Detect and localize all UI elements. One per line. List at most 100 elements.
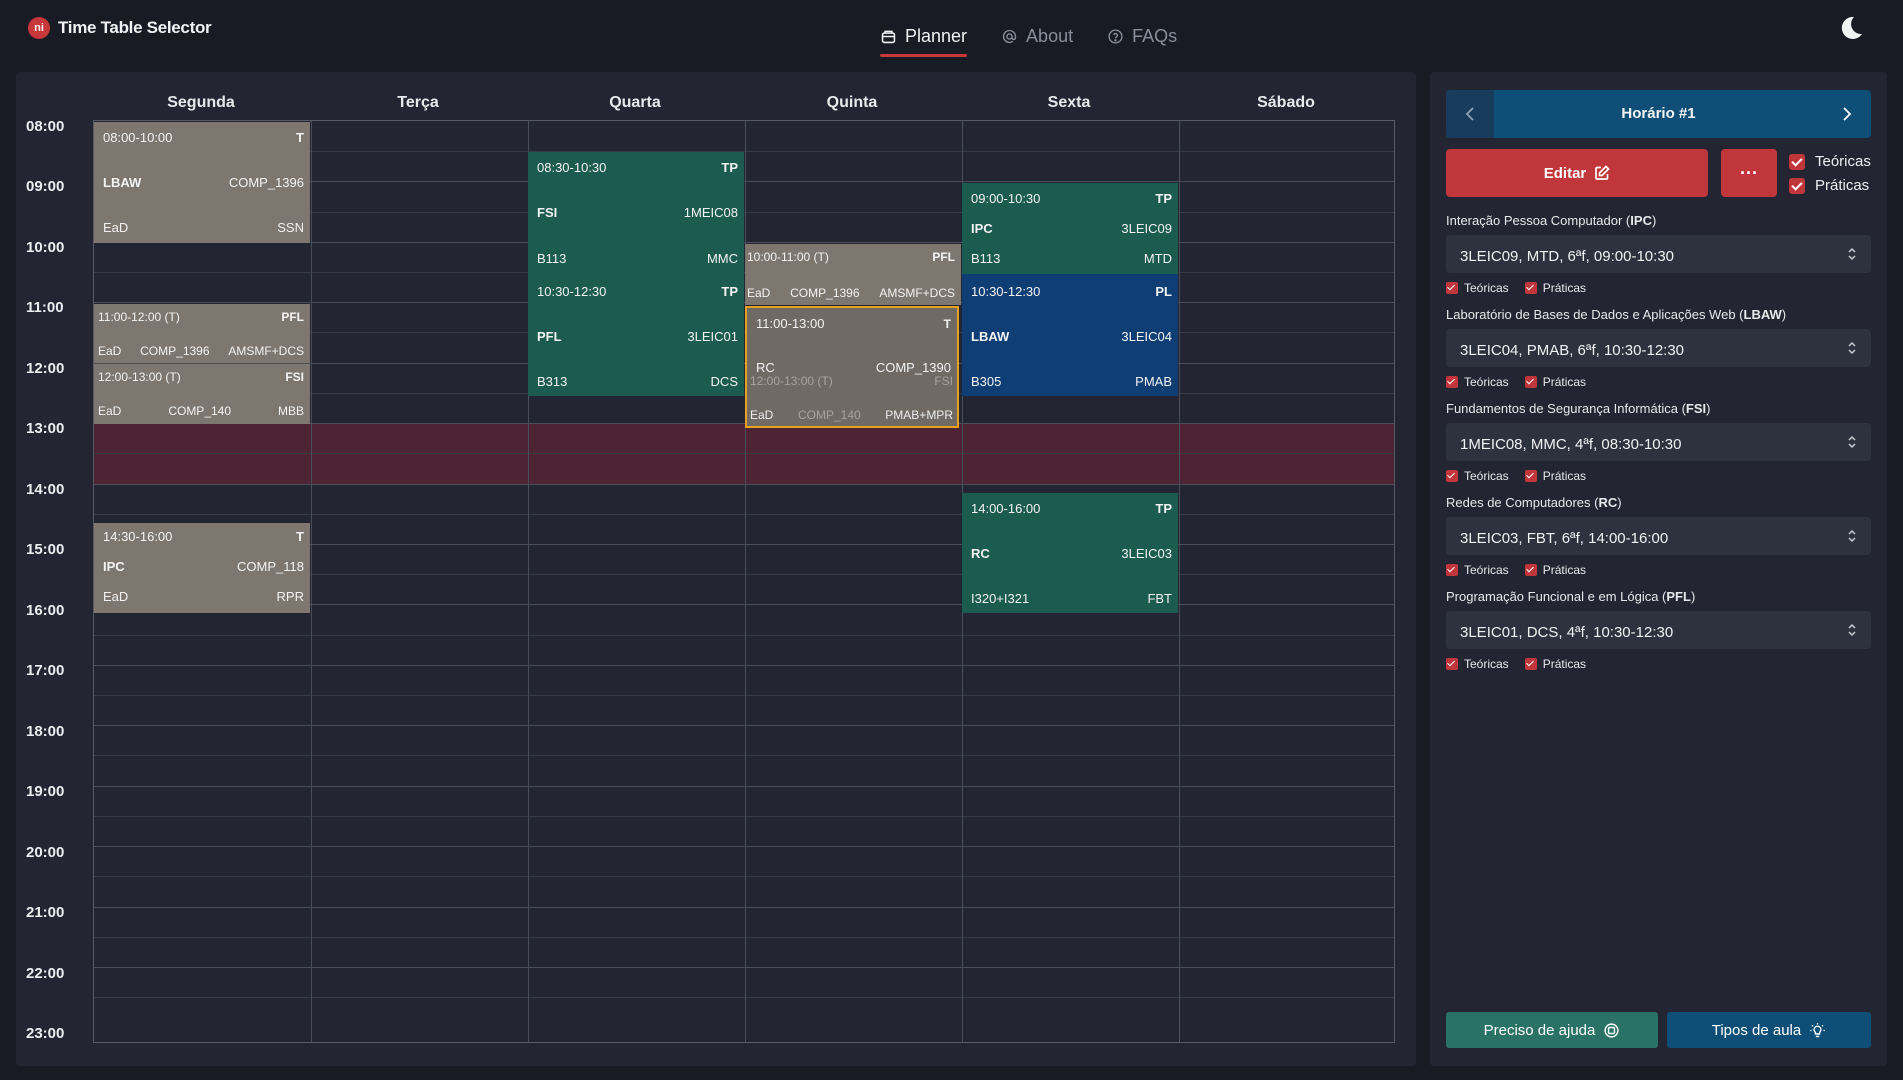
- slot-time: 10:30-12:30: [971, 284, 1041, 299]
- course-toggle-teoricas[interactable]: Teóricas: [1446, 563, 1509, 577]
- hour-label: 22:00: [26, 965, 65, 982]
- prev-schedule-button[interactable]: [1446, 90, 1494, 138]
- slot-class: COMP_118: [237, 559, 304, 574]
- slot-time: 12:00-13:00 (T): [750, 374, 833, 388]
- class-slot-fsi-tp[interactable]: 08:30-10:30 TP FSI 1MEIC08 B113 MMC: [528, 152, 744, 274]
- class-slot-fsi-t[interactable]: 12:00-13:00 (T) FSI EaD COMP_140 MBB: [94, 364, 310, 424]
- course-class-select[interactable]: 3LEIC04, PMAB, 6ªf, 10:30-12:30: [1446, 329, 1871, 367]
- slot-time: 09:00-10:30: [971, 191, 1041, 206]
- course-type-toggles: Teóricas Práticas: [1446, 563, 1871, 577]
- checkbox-checked-icon[interactable]: [1524, 282, 1537, 294]
- checkbox-checked-icon[interactable]: [1789, 177, 1805, 194]
- course-name: Redes de Computadores (RC): [1446, 495, 1622, 510]
- edit-button[interactable]: Editar: [1446, 149, 1708, 197]
- nav-faqs-label: FAQs: [1132, 25, 1178, 46]
- course-class-select[interactable]: 3LEIC01, DCS, 4ªf, 10:30-12:30: [1446, 611, 1871, 649]
- help-button-label: Preciso de ajuda: [1483, 1021, 1596, 1039]
- class-slot-fsi-overlap[interactable]: 12:00-13:00 (T) FSI EaD COMP_140 PMAB+MPR: [745, 366, 959, 426]
- at-icon: [1002, 29, 1017, 43]
- course-name: Fundamentos de Segurança Informática (FS…: [1446, 401, 1711, 416]
- hour-label: 10:00: [26, 239, 65, 256]
- course-toggle-praticas[interactable]: Práticas: [1524, 375, 1586, 389]
- app-title[interactable]: Time Table Selector: [58, 18, 212, 38]
- lightbulb-icon: [1810, 1022, 1825, 1037]
- hour-label: 16:00: [26, 602, 65, 619]
- checkbox-checked-icon[interactable]: [1524, 470, 1537, 482]
- course-pfl: Programação Funcional e em Lógica (PFL) …: [1446, 589, 1871, 671]
- class-types-button[interactable]: Tipos de aula: [1667, 1012, 1871, 1048]
- class-types-button-label: Tipos de aula: [1711, 1021, 1802, 1039]
- class-slot-ipc-tp[interactable]: 09:00-10:30 TP IPC 3LEIC09 B113 MTD: [962, 183, 1178, 274]
- day-header-sabado: Sábado: [1257, 94, 1315, 111]
- course-toggle-praticas[interactable]: Práticas: [1524, 469, 1586, 483]
- checkbox-checked-icon[interactable]: [1446, 564, 1458, 576]
- hour-label: 08:00: [26, 118, 65, 135]
- course-type-toggles: Teóricas Práticas: [1446, 469, 1871, 483]
- select-arrows-icon: [1848, 435, 1856, 449]
- course-toggle-praticas[interactable]: Práticas: [1524, 563, 1586, 577]
- slot-type: FSI: [285, 370, 304, 384]
- slot-teacher: MBB: [277, 404, 304, 418]
- hour-label: 20:00: [26, 844, 65, 861]
- course-select-value: 3LEIC03, FBT, 6ªf, 14:00-16:00: [1460, 530, 1669, 547]
- checkbox-checked-icon[interactable]: [1524, 376, 1537, 388]
- checkbox-checked-icon[interactable]: [1446, 282, 1458, 294]
- nav-planner[interactable]: Planner: [880, 16, 968, 57]
- lifebuoy-icon: [1604, 1022, 1619, 1038]
- slot-course: IPC: [971, 221, 993, 236]
- slot-time: 12:00-13:00 (T): [98, 370, 181, 384]
- toggle-teoricas[interactable]: Teóricas: [1789, 153, 1871, 170]
- course-toggle-praticas[interactable]: Práticas: [1524, 281, 1586, 295]
- checkbox-checked-icon[interactable]: [1446, 470, 1458, 482]
- slot-time: 11:00-13:00: [756, 316, 825, 331]
- slot-time: 08:00-10:00: [103, 130, 173, 145]
- checkbox-checked-icon[interactable]: [1446, 376, 1458, 388]
- next-schedule-button[interactable]: [1823, 90, 1871, 138]
- moon-icon[interactable]: [1837, 14, 1865, 42]
- help-button[interactable]: Preciso de ajuda: [1446, 1012, 1658, 1048]
- select-arrows-icon: [1848, 623, 1856, 637]
- class-slot-pfl-t-thu[interactable]: 10:00-11:00 (T) PFL EaD COMP_1396 AMSMF+DCS: [745, 244, 961, 305]
- schedule-selector: Horário #1: [1446, 90, 1871, 138]
- class-slot-pfl-t[interactable]: 11:00-12:00 (T) PFL EaD COMP_1396 AMSMF+DCS: [94, 304, 310, 363]
- course-toggle-teoricas[interactable]: Teóricas: [1446, 281, 1509, 295]
- course-rc: Redes de Computadores (RC) 3LEIC03, FBT,…: [1446, 495, 1871, 577]
- class-slot-lbaw-t[interactable]: 08:00-10:00 T LBAW COMP_1396 EaD SSN: [94, 122, 310, 243]
- hour-label: 18:00: [26, 723, 65, 740]
- checkbox-checked-icon[interactable]: [1446, 658, 1458, 670]
- class-slot-pfl-tp[interactable]: 10:30-12:30 TP PFL 3LEIC01 B313 DCS: [528, 274, 744, 396]
- toggle-teoricas-label: Teóricas: [1815, 153, 1871, 170]
- more-options-button[interactable]: ···: [1721, 149, 1777, 197]
- hour-label: 12:00: [26, 360, 65, 377]
- course-toggle-teoricas[interactable]: Teóricas: [1446, 375, 1509, 389]
- course-class-select[interactable]: 3LEIC09, MTD, 6ªf, 09:00-10:30: [1446, 235, 1871, 273]
- slot-course: RC: [971, 546, 990, 561]
- course-toggle-praticas[interactable]: Práticas: [1524, 657, 1586, 671]
- slot-teacher: DCS: [710, 374, 738, 389]
- checkbox-checked-icon[interactable]: [1524, 564, 1537, 576]
- course-toggle-teoricas[interactable]: Teóricas: [1446, 657, 1509, 671]
- course-ipc: Interação Pessoa Computador (IPC) 3LEIC0…: [1446, 213, 1871, 295]
- slot-time: 14:00-16:00: [971, 501, 1041, 516]
- nav-faqs[interactable]: FAQs: [1107, 16, 1177, 56]
- class-slot-rc-tp[interactable]: 14:00-16:00 TP RC 3LEIC03 I320+I321 FBT: [962, 493, 1178, 613]
- select-arrows-icon: [1848, 247, 1856, 261]
- nav-about-label: About: [1026, 25, 1074, 46]
- slot-teacher: MTD: [1143, 251, 1172, 266]
- nav-about[interactable]: About: [1001, 16, 1073, 56]
- day-header-terca: Terça: [397, 94, 439, 111]
- course-toggle-teoricas[interactable]: Teóricas: [1446, 469, 1509, 483]
- course-select-value: 1MEIC08, MMC, 4ªf, 08:30-10:30: [1460, 436, 1682, 453]
- app-logo[interactable]: ni: [28, 17, 50, 39]
- slot-teacher: RPR: [276, 589, 304, 604]
- slot-type: PL: [1155, 284, 1172, 299]
- checkbox-checked-icon[interactable]: [1524, 658, 1537, 670]
- nav-planner-label: Planner: [905, 25, 968, 46]
- checkbox-checked-icon[interactable]: [1789, 153, 1805, 170]
- toggle-praticas[interactable]: Práticas: [1789, 177, 1869, 194]
- class-slot-lbaw-pl[interactable]: 10:30-12:30 PL LBAW 3LEIC04 B305 PMAB: [962, 274, 1178, 396]
- course-class-select[interactable]: 3LEIC03, FBT, 6ªf, 14:00-16:00: [1446, 517, 1871, 555]
- slot-course: FSI: [537, 205, 558, 220]
- class-slot-ipc-t[interactable]: 14:30-16:00 T IPC COMP_118 EaD RPR: [94, 523, 310, 613]
- course-class-select[interactable]: 1MEIC08, MMC, 4ªf, 08:30-10:30: [1446, 423, 1871, 461]
